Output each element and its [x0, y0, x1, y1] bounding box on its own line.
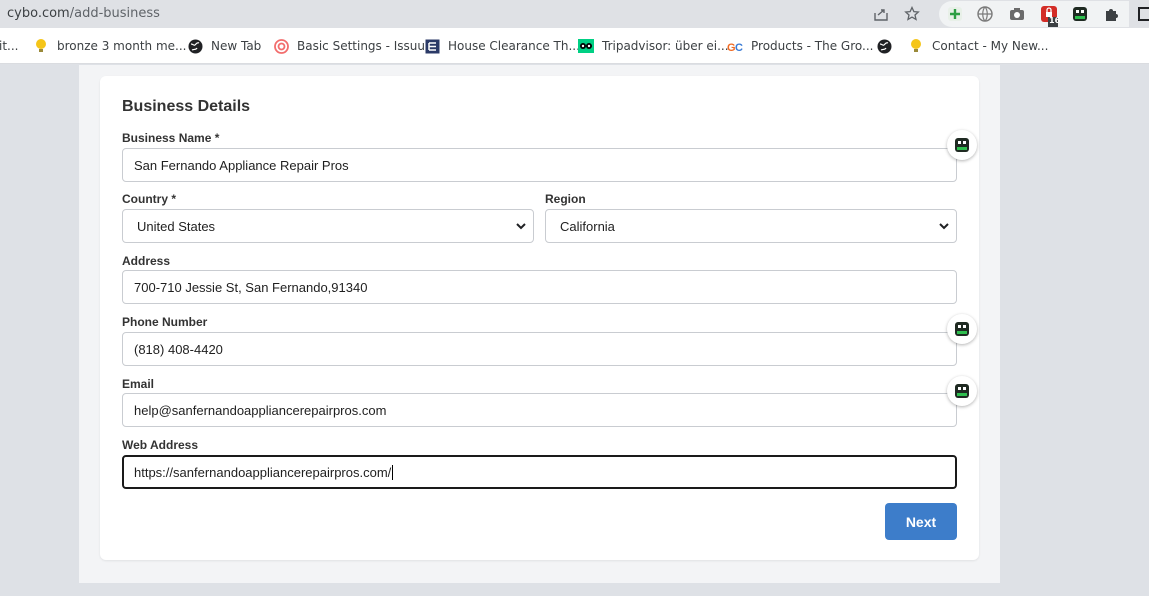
robot-extension-icon[interactable]: [1071, 5, 1089, 23]
region-value: California: [560, 218, 615, 234]
address-input[interactable]: 700-710 Jessie St, San Fernando,91340: [122, 270, 957, 304]
country-value: United States: [137, 218, 216, 234]
chevron-down-icon: [939, 223, 949, 230]
autofill-bot-icon[interactable]: [947, 314, 977, 344]
phone-label: Phone Number: [122, 315, 208, 329]
bookmark-label: Products - The Gro...: [751, 39, 874, 53]
email-label: Email: [122, 377, 155, 391]
bookmark-label: New Tab: [211, 39, 262, 53]
lightbulb-icon: [33, 38, 49, 54]
plus-extension-icon[interactable]: [946, 5, 964, 23]
country-label: Country *: [122, 192, 176, 206]
web-address-input[interactable]: https://sanfernandoappliancerepairpros.c…: [122, 455, 957, 489]
puzzle-icon[interactable]: [1103, 5, 1121, 23]
address-label: Address: [122, 254, 171, 268]
bookmark-item-8[interactable]: Contact - My New...: [908, 37, 1048, 55]
phone-input[interactable]: (818) 408-4420: [122, 332, 957, 366]
site-icon: [424, 38, 440, 54]
web-address-value: https://sanfernandoappliancerepairpros.c…: [134, 464, 392, 480]
gc-icon: GC: [727, 38, 743, 54]
phone-value: (818) 408-4420: [134, 341, 223, 357]
camera-icon[interactable]: [1008, 5, 1026, 23]
bookmarks-bar: it... bronze 3 month me... New Tab Basic…: [0, 28, 1149, 64]
tripadvisor-icon: [578, 38, 594, 54]
lightbulb-icon: [908, 38, 924, 54]
sidepanel-icon[interactable]: [1138, 7, 1149, 21]
region-label: Region: [545, 192, 586, 206]
globe-icon: [187, 38, 203, 54]
email-input[interactable]: help@sanfernandoappliancerepairpros.com: [122, 393, 957, 427]
extension-badge: 16: [1049, 16, 1061, 25]
bookmark-item-6[interactable]: GC Products - The Gro...: [727, 37, 873, 55]
chevron-down-icon: [516, 223, 526, 230]
globe-extension-icon[interactable]: [976, 5, 994, 23]
country-select[interactable]: United States: [122, 209, 534, 243]
next-button[interactable]: Next: [885, 503, 957, 540]
bookmark-item-5[interactable]: Tripadvisor: über ei...: [578, 37, 729, 55]
bookmark-item-4[interactable]: House Clearance Th...: [424, 37, 580, 55]
share-icon[interactable]: [872, 5, 890, 23]
bookmark-label: Basic Settings - Issuu: [297, 39, 426, 53]
url-host: cybo.com: [7, 6, 70, 21]
star-icon[interactable]: [903, 5, 921, 23]
bookmark-item-1[interactable]: bronze 3 month me...: [33, 37, 186, 55]
svg-text:C: C: [735, 42, 743, 54]
page-title: Business Details: [122, 98, 251, 115]
bookmark-item-7[interactable]: [876, 37, 900, 55]
target-icon: [273, 38, 289, 54]
bookmark-label: Tripadvisor: über ei...: [602, 39, 729, 53]
region-select[interactable]: California: [545, 209, 957, 243]
text-caret: [392, 464, 394, 480]
bookmark-label: Contact - My New...: [932, 39, 1049, 53]
web-address-label: Web Address: [122, 438, 199, 452]
business-details-card: Business Details Business Name * San Fer…: [100, 76, 979, 560]
address-bar: cybo.com/add-business 16: [0, 0, 1149, 28]
business-name-label: Business Name *: [122, 131, 220, 145]
url-path: /add-business: [69, 6, 160, 21]
autofill-bot-icon[interactable]: [947, 130, 977, 160]
address-value: 700-710 Jessie St, San Fernando,91340: [134, 279, 368, 295]
business-name-input[interactable]: San Fernando Appliance Repair Pros: [122, 148, 957, 182]
url-field[interactable]: cybo.com/add-business: [7, 6, 160, 21]
bookmark-label: it...: [0, 39, 19, 53]
email-value: help@sanfernandoappliancerepairpros.com: [134, 402, 387, 418]
globe-icon: [876, 38, 892, 54]
bookmark-item-0[interactable]: it...: [0, 37, 18, 55]
lastpass-icon[interactable]: 16: [1040, 5, 1061, 27]
extensions-area: 16: [939, 1, 1129, 27]
bookmark-label: bronze 3 month me...: [57, 39, 187, 53]
bookmark-item-2[interactable]: New Tab: [187, 37, 261, 55]
business-name-value: San Fernando Appliance Repair Pros: [134, 157, 349, 173]
autofill-bot-icon[interactable]: [947, 376, 977, 406]
bookmark-item-3[interactable]: Basic Settings - Issuu: [273, 37, 425, 55]
bookmark-label: House Clearance Th...: [448, 39, 580, 53]
